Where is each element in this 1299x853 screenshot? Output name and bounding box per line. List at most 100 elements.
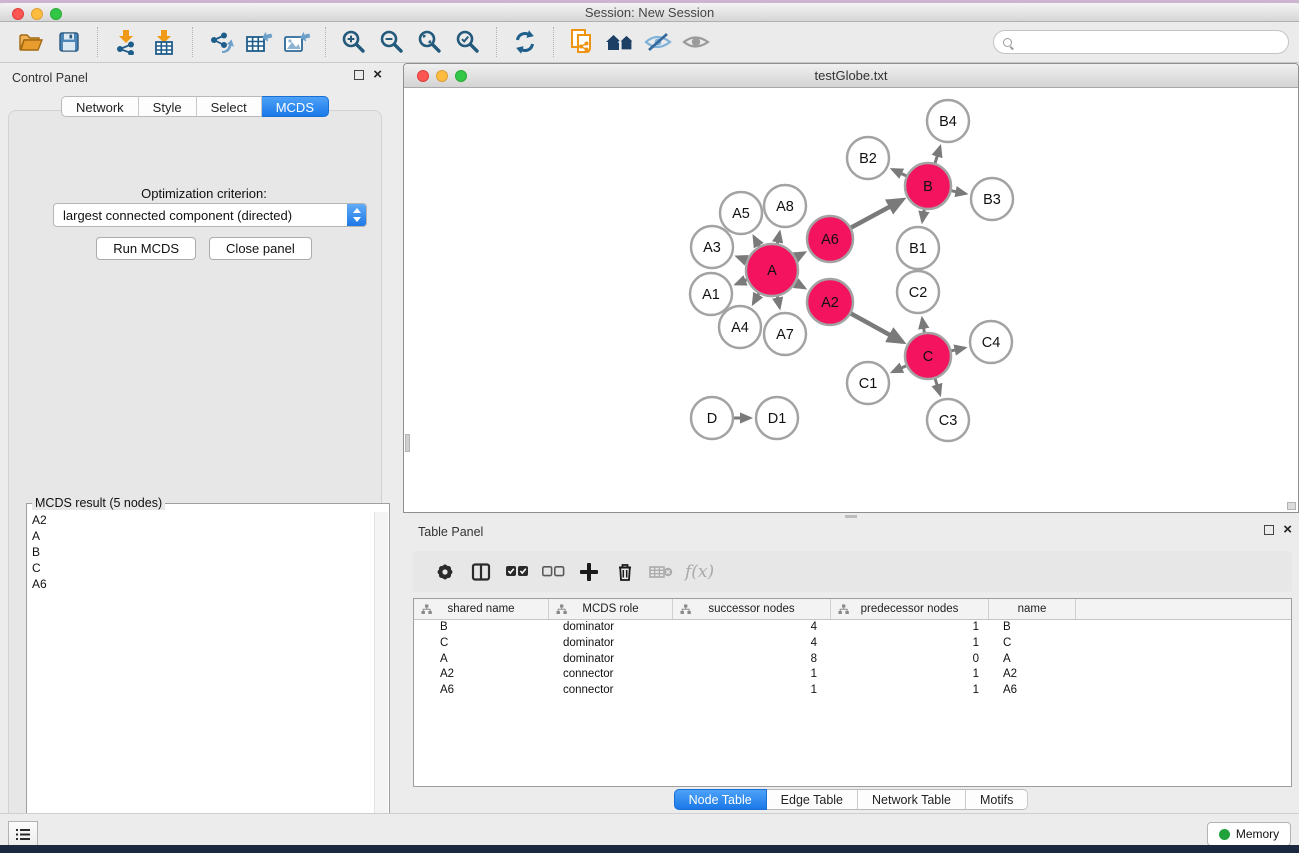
float-panel-icon[interactable] <box>354 70 364 80</box>
search-field[interactable] <box>993 30 1289 54</box>
network-node-B3[interactable]: B3 <box>971 178 1013 220</box>
save-session-button[interactable] <box>52 27 86 57</box>
table-cell[interactable]: dominator <box>549 620 673 636</box>
mcds-result-item[interactable]: B <box>28 544 373 560</box>
network-node-B4[interactable]: B4 <box>927 100 969 142</box>
run-mcds-button[interactable]: Run MCDS <box>96 237 196 260</box>
search-input[interactable] <box>1017 35 1288 49</box>
table-cell[interactable]: connector <box>549 667 673 683</box>
close-table-panel-icon[interactable]: × <box>1283 525 1292 535</box>
table-cell[interactable]: 4 <box>673 620 831 636</box>
table-cell[interactable]: 1 <box>673 667 831 683</box>
tab-mcds[interactable]: MCDS <box>262 96 329 117</box>
network-window-titlebar[interactable]: testGlobe.txt <box>404 64 1298 88</box>
network-resize-grip[interactable] <box>1287 502 1296 510</box>
close-panel-button[interactable]: Close panel <box>209 237 312 260</box>
table-row[interactable]: Adominator80A <box>414 652 1291 668</box>
network-node-A1[interactable]: A1 <box>690 273 732 315</box>
gear-button[interactable] <box>427 558 463 586</box>
table-cell[interactable]: dominator <box>549 636 673 652</box>
select-all-button[interactable] <box>499 558 535 586</box>
table-cell[interactable]: 0 <box>831 652 989 668</box>
task-history-button[interactable] <box>8 821 38 847</box>
mcds-result-item[interactable]: A6 <box>28 576 373 592</box>
import-network-button[interactable] <box>109 27 143 57</box>
tab-motifs[interactable]: Motifs <box>966 789 1028 810</box>
network-node-A8[interactable]: A8 <box>764 185 806 227</box>
table-cell[interactable]: A6 <box>414 683 549 699</box>
float-table-panel-icon[interactable] <box>1264 525 1274 535</box>
network-node-A[interactable]: A <box>746 244 798 296</box>
table-row[interactable]: A6connector11A6 <box>414 683 1291 699</box>
table-cell[interactable]: A2 <box>989 667 1076 683</box>
export-image-button[interactable] <box>280 27 314 57</box>
table-cell[interactable]: C <box>414 636 549 652</box>
network-node-C4[interactable]: C4 <box>970 321 1012 363</box>
column-header-name[interactable]: name <box>989 599 1076 619</box>
home-button[interactable] <box>603 27 637 57</box>
table-cell[interactable]: B <box>989 620 1076 636</box>
tab-node-table[interactable]: Node Table <box>674 789 767 810</box>
unselect-all-button[interactable] <box>535 558 571 586</box>
table-cell[interactable]: A2 <box>414 667 549 683</box>
table-cell[interactable]: A <box>989 652 1076 668</box>
table-cell[interactable]: 1 <box>673 683 831 699</box>
network-node-C3[interactable]: C3 <box>927 399 969 441</box>
table-cell[interactable]: A <box>414 652 549 668</box>
table-cell[interactable]: dominator <box>549 652 673 668</box>
memory-button[interactable]: Memory <box>1207 822 1291 846</box>
delete-column-button[interactable] <box>607 558 643 586</box>
mcds-result-item[interactable]: C <box>28 560 373 576</box>
zoom-out-button[interactable] <box>375 27 409 57</box>
table-cell[interactable]: B <box>414 620 549 636</box>
tab-network-table[interactable]: Network Table <box>858 789 966 810</box>
export-table-button[interactable] <box>242 27 276 57</box>
network-scroll-nub[interactable] <box>405 434 410 452</box>
network-edge-A2-C[interactable] <box>848 312 902 342</box>
mcds-result-item[interactable]: A <box>28 528 373 544</box>
network-node-C1[interactable]: C1 <box>847 362 889 404</box>
export-network-button[interactable] <box>204 27 238 57</box>
tab-edge-table[interactable]: Edge Table <box>767 789 858 810</box>
duplicate-network-button[interactable] <box>565 27 599 57</box>
table-cell[interactable]: A6 <box>989 683 1076 699</box>
table-cell[interactable]: C <box>989 636 1076 652</box>
zoom-in-button[interactable] <box>337 27 371 57</box>
zoom-selected-button[interactable] <box>451 27 485 57</box>
tab-network[interactable]: Network <box>61 96 139 117</box>
table-cell[interactable]: 4 <box>673 636 831 652</box>
table-row[interactable]: Bdominator41B <box>414 620 1291 636</box>
optimization-dropdown[interactable]: largest connected component (directed) <box>53 203 367 227</box>
column-header-predecessor-nodes[interactable]: predecessor nodes <box>831 599 989 619</box>
result-scrollbar[interactable] <box>374 512 388 840</box>
table-cell[interactable]: 1 <box>831 683 989 699</box>
zoom-fit-button[interactable] <box>413 27 447 57</box>
column-header-shared-name[interactable]: shared name <box>414 599 549 619</box>
tab-style[interactable]: Style <box>139 96 197 117</box>
import-table-button[interactable] <box>147 27 181 57</box>
table-row[interactable]: A2connector11A2 <box>414 667 1291 683</box>
network-node-D1[interactable]: D1 <box>756 397 798 439</box>
network-node-A4[interactable]: A4 <box>719 306 761 348</box>
network-node-A5[interactable]: A5 <box>720 192 762 234</box>
splitter-handle[interactable] <box>845 515 857 518</box>
hide-eye-button[interactable] <box>641 27 675 57</box>
network-node-B2[interactable]: B2 <box>847 137 889 179</box>
network-node-C[interactable]: C <box>905 333 951 379</box>
network-node-A6[interactable]: A6 <box>807 216 853 262</box>
network-canvas[interactable]: B4B2BB3A5A8A6B1A3AC2A1A2A4A7C4CC1C3DD1 <box>405 88 1298 512</box>
network-node-C2[interactable]: C2 <box>897 271 939 313</box>
network-node-B1[interactable]: B1 <box>897 227 939 269</box>
network-node-B[interactable]: B <box>905 163 951 209</box>
table-cell[interactable]: 8 <box>673 652 831 668</box>
tab-select[interactable]: Select <box>197 96 262 117</box>
table-cell[interactable]: 1 <box>831 667 989 683</box>
table-cell[interactable]: 1 <box>831 636 989 652</box>
network-node-A2[interactable]: A2 <box>807 279 853 325</box>
network-edge-A6-B[interactable] <box>848 200 902 229</box>
refresh-button[interactable] <box>508 27 542 57</box>
network-node-D[interactable]: D <box>691 397 733 439</box>
mcds-result-item[interactable]: A2 <box>28 512 373 528</box>
table-cell[interactable]: 1 <box>831 620 989 636</box>
column-header-mcds-role[interactable]: MCDS role <box>549 599 673 619</box>
